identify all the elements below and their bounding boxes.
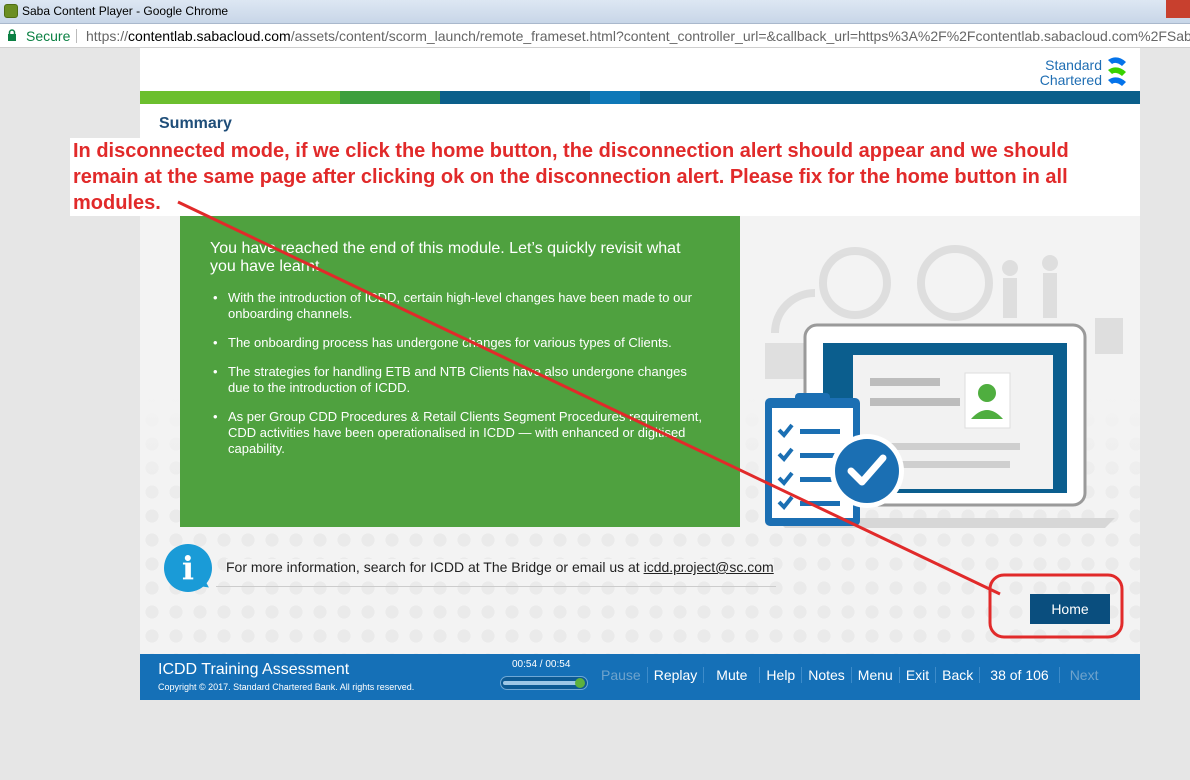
page-counter: 38 of 106 [979, 667, 1058, 683]
window-title: Saba Content Player - Google Chrome [22, 4, 229, 18]
menu-button[interactable]: Menu [850, 667, 899, 683]
logo-line1: Standard [1045, 57, 1102, 73]
progress-slider[interactable] [500, 676, 588, 690]
laptop-checklist-illustration [765, 245, 1123, 528]
logo-line2: Chartered [1039, 72, 1102, 88]
notes-button[interactable]: Notes [801, 667, 851, 683]
info-message: For more information, search for ICDD at… [226, 559, 644, 575]
app-icon [4, 4, 18, 18]
home-button[interactable]: Home [1030, 594, 1110, 624]
next-button[interactable]: Next [1058, 667, 1109, 683]
title-bar: Saba Content Player - Google Chrome [0, 0, 1190, 24]
time-display: 00:54 / 00:54 [512, 659, 571, 670]
progress-knob[interactable] [575, 678, 585, 688]
address-separator [76, 29, 77, 43]
browser-window: Saba Content Player - Google Chrome Secu… [0, 0, 1190, 780]
color-segment [590, 91, 640, 104]
summary-lead: You have reached the end of this module.… [210, 240, 681, 275]
brand-color-bar [140, 91, 1140, 104]
lock-icon [8, 29, 16, 41]
summary-panel: You have reached the end of this module.… [180, 216, 740, 527]
back-button[interactable]: Back [935, 667, 979, 683]
logo-text: Standard Chartered [1040, 58, 1102, 88]
summary-bullet: As per Group CDD Procedures & Retail Cli… [210, 409, 710, 457]
mute-button[interactable]: Mute [703, 667, 759, 683]
player-footer: ICDD Training Assessment Copyright © 201… [140, 654, 1140, 700]
summary-bullet: The onboarding process has undergone cha… [210, 335, 710, 351]
logo-mark-icon [1108, 57, 1126, 86]
info-underline [216, 586, 776, 587]
summary-bullet: The strategies for handling ETB and NTB … [210, 364, 710, 396]
close-window-button[interactable] [1166, 0, 1190, 18]
player-controls: Pause Replay Mute Help Notes Menu Exit B… [595, 667, 1108, 683]
address-bar[interactable]: Secure https://contentlab.sabacloud.com/… [0, 24, 1190, 48]
slide-title: Summary [159, 115, 232, 132]
url-host: contentlab.sabacloud.com [128, 28, 291, 44]
info-text: For more information, search for ICDD at… [226, 559, 774, 575]
summary-bullet: With the introduction of ICDD, certain h… [210, 290, 710, 322]
review-annotation: In disconnected mode, if we click the ho… [70, 138, 1128, 216]
info-icon: i [164, 544, 212, 592]
replay-button[interactable]: Replay [646, 667, 704, 683]
url-path: /assets/content/scorm_launch/remote_fram… [290, 28, 1190, 44]
color-segment [640, 91, 1140, 104]
pause-button[interactable]: Pause [595, 667, 647, 683]
secure-label: Secure [26, 28, 71, 44]
summary-list: With the introduction of ICDD, certain h… [210, 290, 710, 457]
url-prefix: https:// [86, 28, 129, 44]
url-text[interactable]: https://contentlab.sabacloud.com/assets/… [86, 28, 1190, 44]
help-button[interactable]: Help [759, 667, 801, 683]
copyright-text: Copyright © 2017. Standard Chartered Ban… [158, 682, 415, 692]
color-segment [340, 91, 440, 104]
color-segment [440, 91, 590, 104]
standard-chartered-logo: Standard Chartered [1020, 54, 1130, 92]
color-segment [140, 91, 340, 104]
exit-button[interactable]: Exit [898, 667, 935, 683]
progress-fill [503, 681, 581, 685]
course-title: ICDD Training Assessment [158, 661, 350, 678]
email-link[interactable]: icdd.project@sc.com [644, 559, 774, 575]
info-strip: i For more information, search for ICDD … [164, 544, 776, 594]
